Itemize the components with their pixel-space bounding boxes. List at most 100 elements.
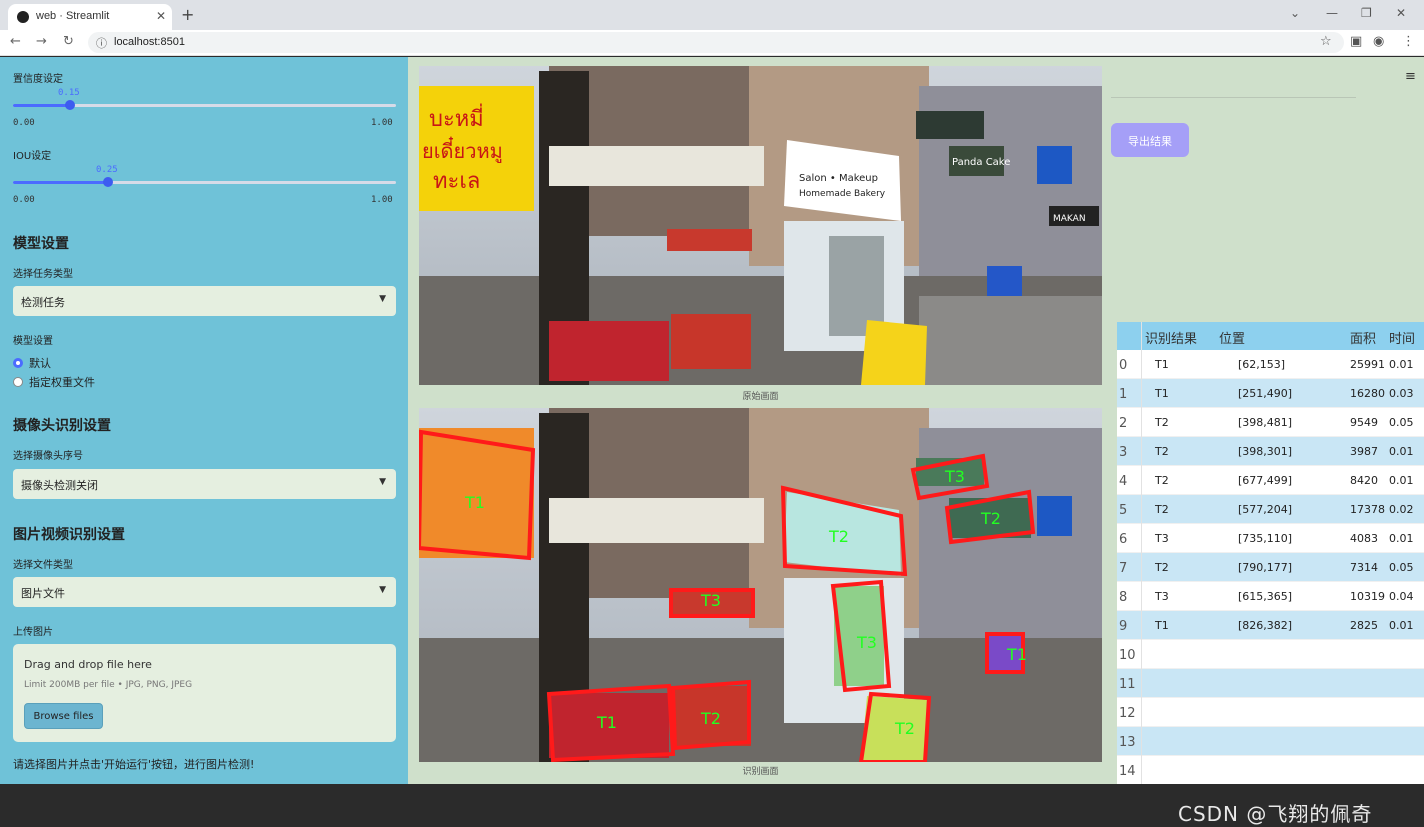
file-type-select[interactable]: 图片文件 ▼ (13, 577, 396, 607)
row-index-cell: 10 (1119, 648, 1136, 663)
position-cell: [615,365] (1238, 590, 1293, 603)
table-row[interactable]: 0 T1 [62,153] 25991 0.01 (1117, 350, 1424, 379)
iou-label: IOU设定 (13, 151, 52, 162)
table-header: 识别结果 位置 面积 时间 (1117, 322, 1424, 350)
table-row[interactable]: 13 (1117, 727, 1424, 756)
confidence-min: 0.00 (13, 118, 35, 128)
file-type-label: 选择文件类型 (13, 560, 73, 571)
row-index-cell: 12 (1119, 706, 1136, 721)
side-panel-icon[interactable]: ▣ (1350, 34, 1362, 49)
table-row[interactable]: 4 T2 [677,499] 8420 0.01 (1117, 466, 1424, 495)
minimize-icon[interactable]: — (1326, 6, 1338, 20)
camera-settings-header: 摄像头识别设置 (13, 418, 111, 434)
iou-value: 0.25 (96, 165, 118, 175)
footer-hint: 请选择图片并点击'开始运行'按钮，进行图片检测! (13, 758, 255, 771)
task-type-select[interactable]: 检测任务 ▼ (13, 286, 396, 316)
browser-menu-icon[interactable]: ⋮ (1402, 34, 1415, 49)
site-info-icon[interactable]: ⓘ (96, 35, 107, 51)
browser-tab[interactable]: web · Streamlit ✕ (8, 4, 172, 30)
row-index-cell: 11 (1119, 677, 1136, 692)
iou-slider[interactable] (13, 177, 396, 187)
table-row[interactable]: 9 T1 [826,382] 2825 0.01 (1117, 611, 1424, 640)
area-cell: 17378 (1350, 503, 1385, 516)
row-index-cell: 7 (1119, 561, 1128, 576)
col-header-position: 位置 (1219, 332, 1246, 347)
upload-limit-text: Limit 200MB per file • JPG, PNG, JPEG (24, 680, 193, 690)
table-row[interactable]: 6 T3 [735,110] 4083 0.01 (1117, 524, 1424, 553)
position-cell: [251,490] (1238, 387, 1293, 400)
iou-slider-fill (13, 181, 109, 184)
time-cell: 0.01 (1389, 358, 1414, 371)
confidence-slider-fill (13, 104, 70, 107)
close-tab-icon[interactable]: ✕ (156, 9, 166, 23)
model-settings-header: 模型设置 (13, 236, 69, 252)
class-cell: T2 (1155, 561, 1169, 574)
table-row[interactable]: 14 (1117, 756, 1424, 784)
class-cell: T3 (1155, 590, 1169, 603)
col-header-class: 识别结果 (1145, 332, 1198, 347)
close-window-icon[interactable]: ✕ (1396, 6, 1406, 20)
detection-label: T1 (596, 713, 617, 732)
results-table[interactable]: 识别结果 位置 面积 时间 0 T1 [62,153] 25991 0.01 1 T1 [25… (1117, 322, 1424, 784)
radio-default-label: 默认 (29, 357, 51, 370)
back-icon[interactable]: ← (10, 34, 21, 49)
position-cell: [398,301] (1238, 445, 1293, 458)
position-cell: [826,382] (1238, 619, 1293, 632)
confidence-slider[interactable] (13, 100, 396, 110)
detection-label: T2 (828, 527, 849, 546)
streamlit-app: 置信度设定 0.15 0.00 1.00 IOU设定 0.25 0.00 1.0… (0, 57, 1424, 826)
row-index-cell: 8 (1119, 590, 1128, 605)
result-image: T1 T2 T3 T2 T3 T3 T1 T1 T2 T2 (419, 408, 1102, 762)
detection-label: T3 (700, 591, 721, 610)
position-cell: [790,177] (1238, 561, 1293, 574)
chevron-down-icon: ▼ (379, 294, 386, 304)
file-uploader-dropzone[interactable]: Drag and drop file here Limit 200MB per … (13, 644, 396, 742)
position-cell: [577,204] (1238, 503, 1293, 516)
table-row[interactable]: 5 T2 [577,204] 17378 0.02 (1117, 495, 1424, 524)
class-cell: T1 (1155, 358, 1169, 371)
area-cell: 8420 (1350, 474, 1378, 487)
reload-icon[interactable]: ↻ (63, 34, 74, 49)
position-cell: [398,481] (1238, 416, 1293, 429)
table-row[interactable]: 11 (1117, 669, 1424, 698)
url-field[interactable]: ⓘ localhost:8501 (88, 32, 1344, 53)
detection-label: T1 (1006, 645, 1027, 664)
table-row[interactable]: 3 T2 [398,301] 3987 0.01 (1117, 437, 1424, 466)
time-cell: 0.02 (1389, 503, 1414, 516)
browse-files-button[interactable]: Browse files (24, 703, 103, 729)
class-cell: T2 (1155, 445, 1169, 458)
table-row[interactable]: 1 T1 [251,490] 16280 0.03 (1117, 379, 1424, 408)
iou-slider-handle[interactable] (103, 177, 113, 187)
table-row[interactable]: 8 T3 [615,365] 10319 0.04 (1117, 582, 1424, 611)
iou-min: 0.00 (13, 195, 35, 205)
confidence-slider-handle[interactable] (65, 100, 75, 110)
forward-icon[interactable]: → (36, 34, 47, 49)
radio-custom-weights[interactable]: 指定权重文件 (13, 374, 95, 390)
makan-sign-text: MAKAN (1053, 214, 1086, 224)
table-row[interactable]: 7 T2 [790,177] 7314 0.05 (1117, 553, 1424, 582)
time-cell: 0.01 (1389, 532, 1414, 545)
file-type-value: 图片文件 (21, 587, 65, 600)
bookmark-star-icon[interactable]: ☆ (1320, 34, 1332, 49)
table-row[interactable]: 2 T2 [398,481] 9549 0.05 (1117, 408, 1424, 437)
iou-max: 1.00 (371, 195, 393, 205)
radio-unselected-icon (13, 377, 23, 387)
area-cell: 16280 (1350, 387, 1385, 400)
hamburger-menu-icon[interactable]: ≡ (1405, 69, 1416, 84)
table-row[interactable]: 10 (1117, 640, 1424, 669)
main-area: บะหมี่ ยเดี๋ยวหมู ทะเล Salon • Makeup Ho… (408, 57, 1424, 784)
confidence-value: 0.15 (58, 88, 80, 98)
table-row[interactable]: 12 (1117, 698, 1424, 727)
tab-search-chevron-icon[interactable]: ⌄ (1290, 6, 1300, 20)
class-cell: T1 (1155, 619, 1169, 632)
radio-default[interactable]: 默认 (13, 355, 51, 371)
new-tab-icon[interactable]: + (181, 5, 194, 24)
camera-index-label: 选择摄像头序号 (13, 451, 83, 462)
camera-index-select[interactable]: 摄像头检测关闭 ▼ (13, 469, 396, 499)
row-index-cell: 9 (1119, 619, 1128, 634)
position-cell: [62,153] (1238, 358, 1286, 371)
profile-avatar-icon[interactable]: ◉ (1373, 34, 1384, 49)
bakery-sign-text: Homemade Bakery (799, 189, 886, 199)
export-results-button[interactable]: 导出结果 (1111, 123, 1189, 157)
restore-icon[interactable]: ❐ (1361, 6, 1372, 20)
